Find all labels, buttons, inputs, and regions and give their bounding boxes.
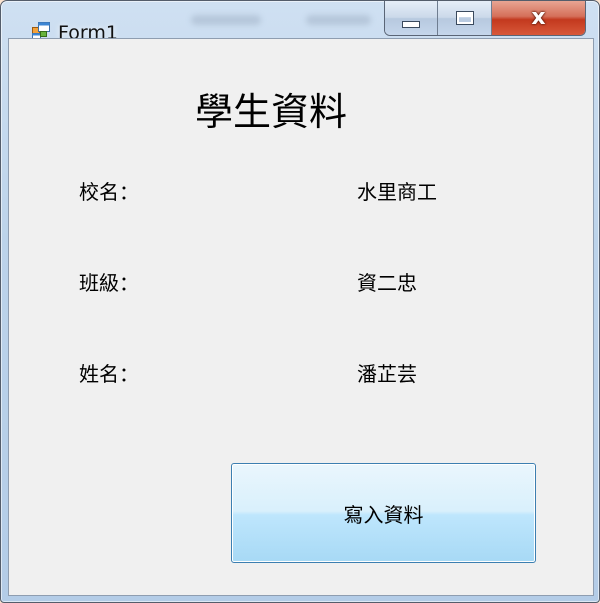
school-name-value: 水里商工 bbox=[357, 180, 437, 204]
close-button[interactable]: x bbox=[491, 1, 585, 35]
minimize-icon bbox=[402, 20, 421, 28]
close-icon: x bbox=[531, 5, 546, 30]
title-bar[interactable]: Form1 x bbox=[1, 1, 599, 44]
write-data-button-label: 寫入資料 bbox=[343, 502, 424, 527]
blurred-background-text bbox=[191, 15, 261, 25]
maximize-icon bbox=[455, 11, 474, 25]
class-label: 班級： bbox=[79, 271, 139, 295]
class-value: 資二忠 bbox=[357, 271, 417, 295]
caption-buttons: x bbox=[384, 1, 586, 36]
write-data-button[interactable]: 寫入資料 bbox=[231, 463, 536, 563]
maximize-button[interactable] bbox=[438, 1, 492, 35]
school-name-label: 校名： bbox=[79, 180, 139, 204]
form1-window: Form1 x 學生資料 校名： 水里商工 班級： 資二忠 姓名： 潘芷芸 寫入… bbox=[0, 0, 600, 603]
student-name-label: 姓名： bbox=[79, 362, 139, 386]
page-title: 學生資料 bbox=[194, 90, 347, 134]
minimize-button[interactable] bbox=[385, 1, 439, 35]
blurred-background-text bbox=[306, 15, 371, 25]
student-name-value: 潘芷芸 bbox=[357, 362, 417, 386]
form-client-area: 學生資料 校名： 水里商工 班級： 資二忠 姓名： 潘芷芸 寫入資料 bbox=[8, 38, 594, 596]
